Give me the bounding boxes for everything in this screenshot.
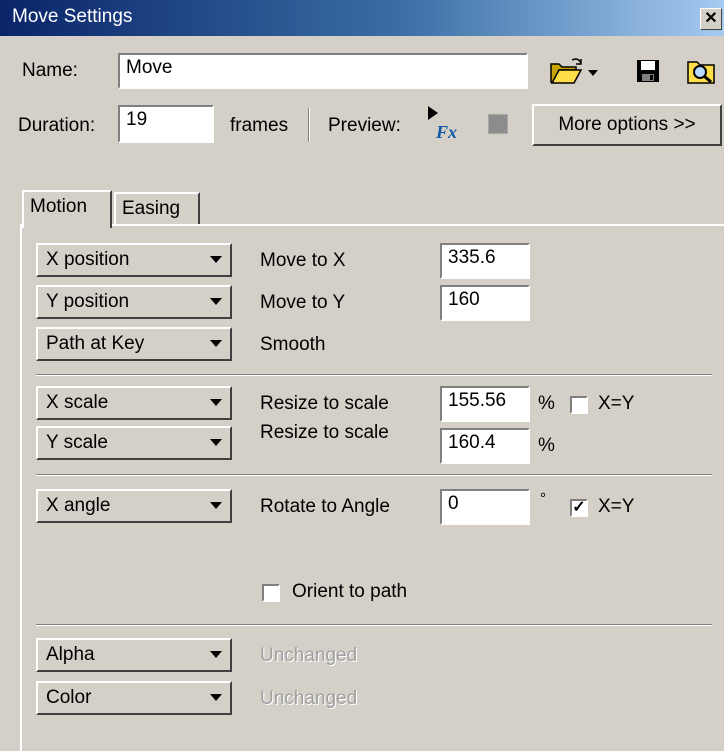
- angle-dropdown[interactable]: X angle: [36, 489, 232, 523]
- more-options-label: More options >>: [558, 114, 696, 135]
- angle-xy-label: X=Y: [598, 496, 635, 517]
- browse-button[interactable]: [686, 56, 716, 86]
- move-to-x-label: Move to X: [260, 250, 346, 271]
- window-title: Move Settings: [12, 6, 133, 27]
- path-smooth-label: Smooth: [260, 334, 326, 355]
- y-scale-dropdown-label: Y scale: [46, 432, 108, 453]
- scale-x-input[interactable]: 155.56: [440, 386, 530, 422]
- open-preset-button[interactable]: [548, 56, 600, 86]
- open-folder-icon: [550, 58, 598, 84]
- alpha-dropdown-label: Alpha: [46, 644, 95, 665]
- separator: [36, 624, 712, 626]
- preview-play-button[interactable]: Fx: [426, 104, 462, 144]
- y-position-dropdown-label: Y position: [46, 291, 130, 312]
- name-label: Name:: [22, 60, 78, 81]
- angle-xy-checkbox[interactable]: ✓: [570, 499, 588, 517]
- angle-input[interactable]: 0: [440, 489, 530, 525]
- chevron-down-icon: [210, 298, 222, 305]
- separator: [36, 474, 712, 476]
- tab-easing-label: Easing: [122, 198, 181, 219]
- more-options-button[interactable]: More options >>: [532, 104, 722, 146]
- tab-motion-label: Motion: [30, 196, 88, 217]
- y-position-dropdown[interactable]: Y position: [36, 285, 232, 319]
- orient-to-path-checkbox[interactable]: [262, 584, 280, 602]
- close-icon: ✕: [704, 10, 718, 27]
- find-folder-icon: [687, 61, 715, 84]
- scale-xy-checkbox[interactable]: [570, 396, 588, 414]
- color-dropdown-label: Color: [46, 687, 92, 708]
- frames-label: frames: [230, 115, 289, 136]
- scale-x-percent: %: [538, 393, 555, 414]
- preview-label: Preview:: [328, 115, 401, 136]
- chevron-down-icon: [210, 502, 222, 509]
- rotate-to-angle-label: Rotate to Angle: [260, 496, 390, 517]
- x-scale-dropdown[interactable]: X scale: [36, 386, 232, 420]
- angle-dropdown-label: X angle: [46, 495, 111, 516]
- tab-easing[interactable]: Easing: [114, 192, 200, 224]
- resize-y-label: Resize to scale: [260, 422, 389, 443]
- floppy-disk-icon: [637, 60, 659, 82]
- chevron-down-icon: [210, 694, 222, 701]
- move-to-x-input[interactable]: 335.6: [440, 243, 530, 279]
- scale-y-percent: %: [538, 435, 555, 456]
- checkmark-icon: ✓: [572, 499, 586, 516]
- scale-y-input[interactable]: 160.4: [440, 428, 530, 464]
- title-bar[interactable]: Move Settings ✕: [0, 0, 724, 36]
- color-value-label: Unchanged: [260, 688, 358, 709]
- move-to-y-input[interactable]: 160: [440, 285, 530, 321]
- orient-to-path-label: Orient to path: [292, 581, 408, 602]
- path-dropdown-label: Path at Key: [46, 333, 145, 354]
- name-input[interactable]: Move: [118, 53, 528, 89]
- resize-x-label: Resize to scale: [260, 393, 389, 414]
- close-button[interactable]: ✕: [700, 8, 722, 30]
- x-position-dropdown[interactable]: X position: [36, 243, 232, 277]
- scale-xy-label: X=Y: [598, 393, 635, 414]
- tab-motion[interactable]: Motion: [22, 190, 112, 228]
- alpha-dropdown[interactable]: Alpha: [36, 638, 232, 672]
- chevron-down-icon: [210, 651, 222, 658]
- save-button[interactable]: [636, 59, 660, 83]
- fx-text: Fx: [435, 122, 457, 142]
- duration-label: Duration:: [18, 115, 96, 136]
- degree-unit: °: [540, 490, 546, 507]
- x-scale-dropdown-label: X scale: [46, 392, 109, 413]
- chevron-down-icon: [210, 439, 222, 446]
- chevron-down-icon: [210, 399, 222, 406]
- chevron-down-icon: [210, 256, 222, 263]
- fx-preview-icon: Fx: [428, 106, 457, 142]
- chevron-down-icon: [210, 340, 222, 347]
- alpha-value-label: Unchanged: [260, 645, 358, 666]
- x-position-dropdown-label: X position: [46, 249, 130, 270]
- duration-input[interactable]: 19: [118, 105, 214, 143]
- color-dropdown[interactable]: Color: [36, 681, 232, 715]
- preview-stop-button[interactable]: [488, 114, 508, 134]
- move-to-y-label: Move to Y: [260, 292, 346, 313]
- toolbar-separator: [308, 108, 310, 142]
- path-dropdown[interactable]: Path at Key: [36, 327, 232, 361]
- separator: [36, 374, 712, 376]
- y-scale-dropdown[interactable]: Y scale: [36, 426, 232, 460]
